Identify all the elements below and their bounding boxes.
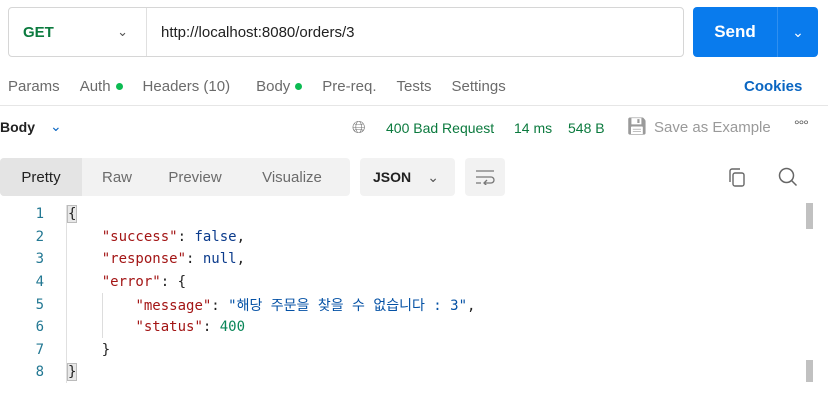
- send-label: Send: [714, 22, 756, 41]
- tab-label: Body: [256, 78, 291, 95]
- more-options-icon[interactable]: °°°: [794, 117, 809, 133]
- response-size[interactable]: 548 B: [568, 120, 605, 136]
- json-key: "response": [101, 251, 187, 268]
- line-number: 6: [35, 319, 44, 336]
- tab-headers[interactable]: Headers (10): [143, 78, 231, 95]
- send-dropdown[interactable]: ⌄: [777, 7, 818, 57]
- line-number: 8: [35, 364, 44, 381]
- gutter-line: [66, 205, 67, 383]
- wrap-lines-button[interactable]: [465, 158, 505, 196]
- json-value: "해당 주문을 찾을 수 없습니다 : 3": [228, 297, 468, 314]
- method-label: GET: [23, 23, 54, 41]
- response-time[interactable]: 14 ms: [514, 120, 552, 136]
- scrollbar-thumb[interactable]: [806, 203, 813, 229]
- tab-tests[interactable]: Tests: [396, 78, 431, 95]
- code-line: 1{: [0, 203, 78, 226]
- cookies-link[interactable]: Cookies: [744, 78, 802, 95]
- code-line: 8}: [0, 361, 78, 384]
- chevron-down-icon: ⌄: [427, 168, 439, 185]
- tab-settings[interactable]: Settings: [452, 78, 506, 95]
- json-value: 400: [219, 319, 246, 336]
- code-line: 2 "success": false,: [0, 226, 245, 249]
- scrollbar-thumb[interactable]: [806, 360, 813, 382]
- json-key: "error": [101, 274, 161, 291]
- tab-pretty[interactable]: Pretty: [0, 158, 82, 196]
- tab-raw[interactable]: Raw: [82, 158, 152, 196]
- search-icon: [778, 167, 798, 187]
- line-number: 2: [35, 228, 44, 245]
- code-line: 6 "status": 400: [0, 316, 245, 339]
- divider: [0, 105, 828, 106]
- view-mode-tabs: Pretty Raw Preview Visualize: [0, 158, 350, 196]
- url-input[interactable]: http://localhost:8080/orders/3: [147, 24, 354, 41]
- status-dot: [295, 83, 303, 90]
- search-button[interactable]: [778, 167, 798, 192]
- line-number: 5: [35, 296, 44, 313]
- tab-label: Settings: [451, 78, 506, 95]
- tab-label: Params: [8, 78, 60, 95]
- code-line: 5 "message": "해당 주문을 찾을 수 없습니다 : 3",: [0, 293, 476, 316]
- format-label: JSON: [373, 169, 412, 185]
- save-icon: 💾︎: [626, 117, 648, 136]
- save-as-example-button[interactable]: Save as Example: [654, 119, 771, 136]
- code-line: 3 "response": null,: [0, 248, 245, 271]
- json-key: "success": [101, 228, 178, 245]
- tab-auth[interactable]: Auth: [80, 78, 123, 95]
- tab-preview[interactable]: Preview: [152, 158, 238, 196]
- line-number: 3: [35, 251, 44, 268]
- method-select[interactable]: GET ⌄: [9, 8, 147, 56]
- code-line: 7 }: [0, 339, 111, 362]
- request-tabs: Params Auth Headers (10) Body Pre-req. T…: [8, 78, 526, 95]
- tab-label: Tests: [396, 78, 432, 95]
- chevron-down-icon[interactable]: ⌄: [50, 118, 62, 135]
- tab-label: Pre-req.: [322, 78, 377, 95]
- copy-icon: [729, 168, 745, 187]
- tab-prereq[interactable]: Pre-req.: [322, 78, 376, 95]
- tab-label: Headers (10): [142, 78, 231, 95]
- code-line: 4 "error": {: [0, 271, 186, 294]
- status-dot: [115, 83, 123, 90]
- tab-visualize[interactable]: Visualize: [238, 158, 346, 196]
- copy-button[interactable]: [728, 168, 746, 193]
- json-value: null: [202, 251, 237, 268]
- send-button[interactable]: Send ⌄: [693, 7, 818, 57]
- response-body-editor[interactable]: 1{ 2 "success": false, 3 "response": nul…: [0, 203, 476, 384]
- format-select[interactable]: JSON ⌄: [360, 158, 455, 196]
- status-code[interactable]: 400 Bad Request: [386, 120, 494, 136]
- tab-label: Auth: [79, 78, 111, 95]
- line-number: 7: [35, 341, 44, 358]
- tab-params[interactable]: Params: [8, 78, 60, 95]
- globe-icon[interactable]: 🌐︎: [352, 118, 366, 138]
- line-number: 4: [35, 274, 44, 291]
- json-key: "status": [135, 319, 203, 336]
- url-bar: GET ⌄ http://localhost:8080/orders/3: [8, 7, 684, 57]
- wrap-icon: [476, 170, 495, 185]
- chevron-down-icon: ⌄: [792, 23, 804, 40]
- body-section-label[interactable]: Body: [0, 119, 35, 135]
- json-key: "message": [135, 297, 212, 314]
- tab-body[interactable]: Body: [256, 78, 303, 95]
- chevron-down-icon: ⌄: [117, 24, 128, 39]
- line-number: 1: [35, 206, 44, 223]
- json-value: false: [194, 228, 237, 245]
